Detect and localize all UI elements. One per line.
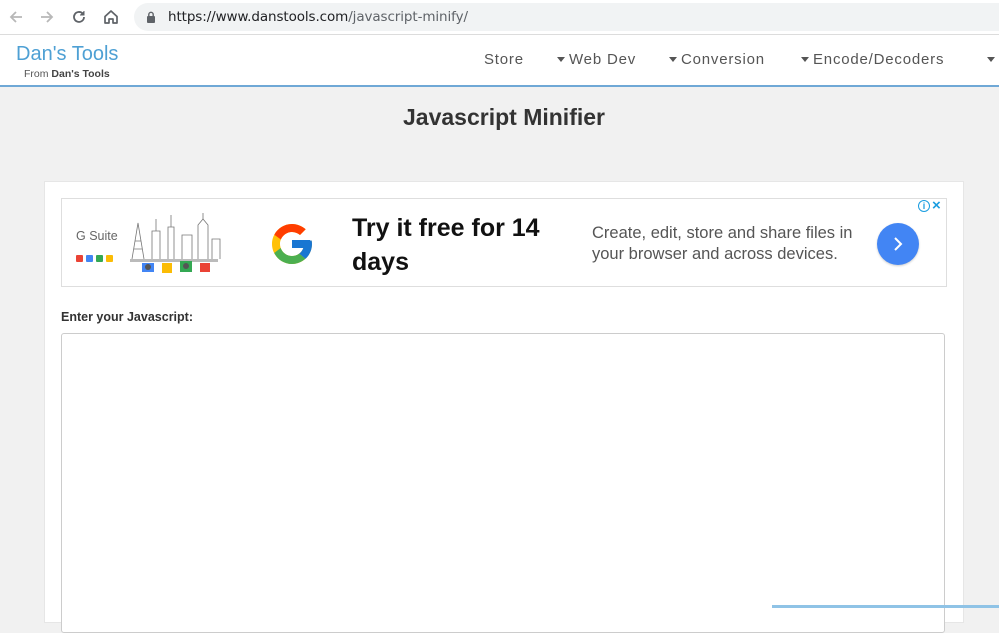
nav-more[interactable] <box>987 51 999 68</box>
nav-store[interactable]: Store <box>484 51 524 68</box>
caret-down-icon <box>669 56 677 62</box>
page-title: Javascript Minifier <box>403 104 605 130</box>
ad-info-icon[interactable]: i <box>918 200 930 212</box>
ad-body-text: Create, edit, store and share files in y… <box>592 224 853 263</box>
caret-down-icon <box>557 56 565 62</box>
gsuite-apps-icon <box>76 249 116 262</box>
ad-banner[interactable]: G Suite Try it free for 14 days Create, … <box>61 197 947 287</box>
url-text: https://www.danstools.com/javascript-min… <box>168 9 468 25</box>
google-logo-icon <box>272 224 312 264</box>
javascript-input[interactable] <box>61 333 945 633</box>
back-arrow-icon[interactable] <box>5 6 27 28</box>
nav-web-dev[interactable]: Web Dev <box>557 51 636 68</box>
nav-conversion[interactable]: Conversion <box>669 51 765 68</box>
url-host: https://www.danstools.com <box>168 9 349 25</box>
forward-arrow-icon[interactable] <box>36 6 58 28</box>
caret-down-icon <box>987 56 995 62</box>
lock-icon <box>147 11 155 23</box>
main-panel: G Suite Try it free for 14 days Create, … <box>44 181 964 633</box>
nav-web-dev-label: Web Dev <box>569 51 637 68</box>
ad-close-icon[interactable]: × <box>932 197 941 214</box>
home-icon[interactable] <box>100 6 122 28</box>
city-illustration-icon <box>130 213 221 273</box>
browser-toolbar: https://www.danstools.com/javascript-min… <box>0 0 999 35</box>
reload-icon[interactable] <box>68 6 90 28</box>
ad-headline[interactable]: Try it free for 14 days <box>352 211 572 279</box>
address-bar[interactable]: https://www.danstools.com/javascript-min… <box>134 3 999 31</box>
javascript-input-label: Enter your Javascript: <box>61 310 193 324</box>
nav-encode-decoders[interactable]: Encode/Decoders <box>801 51 944 68</box>
ad-go-button[interactable] <box>877 223 919 265</box>
ad-brand: G Suite <box>76 229 118 243</box>
site-header: Dan's Tools From Dan's Tools Store Web D… <box>0 35 999 87</box>
nav-store-label: Store <box>484 51 524 68</box>
caret-down-icon <box>801 56 809 62</box>
main-nav: Store Web Dev Conversion Encode/Decoders <box>0 51 999 73</box>
nav-conversion-label: Conversion <box>681 51 765 68</box>
url-path: /javascript-minify/ <box>348 9 468 25</box>
chevron-right-icon <box>894 237 903 251</box>
nav-encode-decoders-label: Encode/Decoders <box>813 51 945 68</box>
